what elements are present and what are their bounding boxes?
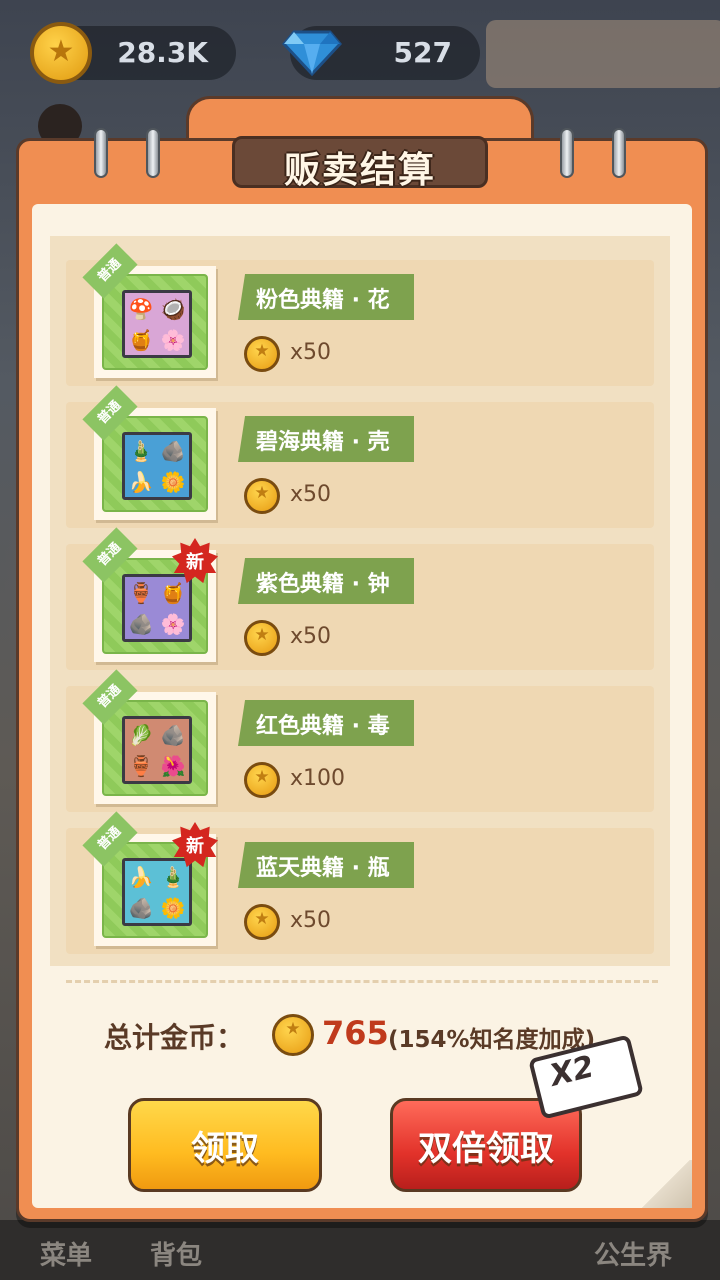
- item-icon: 🥬 🪨 🏺 🌺: [122, 716, 192, 784]
- item-icon: 🏺 🍯 🪨 🌸: [122, 574, 192, 642]
- ingredient-icon: 🌸: [160, 327, 186, 352]
- item-tile: 🥬 🪨 🏺 🌺: [102, 700, 208, 796]
- page-fold: [640, 1160, 692, 1208]
- ingredient-icon: 🪨: [128, 895, 154, 920]
- divider: [66, 980, 658, 983]
- ingredient-icon: 🍌: [128, 864, 154, 889]
- new-badge-label: 新: [186, 552, 204, 573]
- double-claim-label: 双倍领取: [418, 1128, 554, 1169]
- coin-icon: [244, 336, 280, 372]
- ingredient-icon: 🥬: [128, 722, 154, 747]
- ingredient-icon: 🍯: [160, 580, 186, 605]
- item-amount: x50: [290, 624, 332, 649]
- item-icon: 🎍 🪨 🍌 🌼: [122, 432, 192, 500]
- total-value: 765: [322, 1014, 389, 1052]
- ingredient-icon: 🪨: [128, 611, 154, 636]
- new-badge-label: 新: [186, 836, 204, 857]
- ingredient-icon: 🥥: [160, 296, 186, 321]
- binder-ring-icon: [560, 128, 574, 178]
- item-amount: x50: [290, 340, 332, 365]
- title-plate: 贩卖结算: [232, 136, 488, 191]
- top-right-board: [486, 20, 720, 88]
- item-name: 碧海典籍 · 壳: [256, 430, 390, 455]
- gem-counter[interactable]: 527: [282, 26, 480, 80]
- item-amount: x50: [290, 482, 332, 507]
- coin-icon: [244, 904, 280, 940]
- new-badge: 新: [172, 538, 218, 584]
- ingredient-icon: 🪨: [160, 722, 186, 747]
- ingredient-icon: 🌼: [160, 895, 186, 920]
- ingredient-icon: 🎍: [160, 864, 186, 889]
- item-card: 🍄 🥥 🍯 🌸 普通 粉色典籍 · 花 x50: [66, 243, 654, 386]
- ingredient-icon: 🪨: [160, 438, 186, 463]
- nav-item-world[interactable]: 公生界: [594, 1235, 672, 1272]
- item-amount: x50: [290, 908, 332, 933]
- nav-item-menu[interactable]: 菜单: [40, 1235, 92, 1272]
- bottom-nav: 菜单 背包 公生界: [0, 1220, 720, 1280]
- coin-icon: [244, 478, 280, 514]
- item-card: 🎍 🪨 🍌 🌼 普通 碧海典籍 · 壳 x50: [66, 385, 654, 528]
- item-card: 🏺 🍯 🪨 🌸 普通 新 紫色典籍 · 钟 x50: [66, 527, 654, 670]
- new-badge: 新: [172, 822, 218, 868]
- item-tile: 🎍 🪨 🍌 🌼: [102, 416, 208, 512]
- ingredient-icon: 🌼: [160, 469, 186, 494]
- claim-button[interactable]: 领取: [128, 1098, 322, 1192]
- binder-ring-icon: [612, 128, 626, 178]
- item-name-tag: 红色典籍 · 毒: [238, 700, 414, 746]
- ingredient-icon: 🏺: [128, 580, 154, 605]
- gem-count: 527: [393, 36, 452, 69]
- x2-tag: X2: [528, 1034, 644, 1120]
- total-label: 总计金币：: [104, 1021, 245, 1054]
- coin-count: 28.3K: [117, 36, 208, 69]
- item-name: 蓝天典籍 · 瓶: [256, 856, 390, 881]
- item-icon: 🍌 🎍 🪨 🌼: [122, 858, 192, 926]
- claim-label: 领取: [191, 1128, 259, 1169]
- coin-icon: [244, 620, 280, 656]
- item-icon: 🍄 🥥 🍯 🌸: [122, 290, 192, 358]
- item-name: 红色典籍 · 毒: [256, 714, 390, 739]
- item-name: 粉色典籍 · 花: [256, 288, 390, 313]
- item-name-tag: 碧海典籍 · 壳: [238, 416, 414, 462]
- coin-counter[interactable]: 28.3K: [30, 22, 236, 84]
- ingredient-icon: 🌺: [160, 753, 186, 778]
- ingredient-icon: 🍄: [128, 296, 154, 321]
- ingredient-icon: 🍌: [128, 469, 154, 494]
- dialog-title: 贩卖结算: [283, 150, 436, 191]
- item-name-tag: 紫色典籍 · 钟: [238, 558, 414, 604]
- ingredient-icon: 🍯: [128, 327, 154, 352]
- item-name-tag: 蓝天典籍 · 瓶: [238, 842, 414, 888]
- ingredient-icon: 🎍: [128, 438, 154, 463]
- item-card: 🍌 🎍 🪨 🌼 普通 新 蓝天典籍 · 瓶 x50: [66, 811, 654, 954]
- coin-icon: [30, 22, 92, 84]
- binder-ring-icon: [146, 128, 160, 178]
- item-name: 紫色典籍 · 钟: [256, 572, 390, 597]
- binder-ring-icon: [94, 128, 108, 178]
- ingredient-icon: 🌸: [160, 611, 186, 636]
- item-name-tag: 粉色典籍 · 花: [238, 274, 414, 320]
- ingredient-icon: 🏺: [128, 753, 154, 778]
- coin-icon: [244, 762, 280, 798]
- nav-item-bag[interactable]: 背包: [150, 1235, 202, 1272]
- diamond-icon: [282, 30, 342, 76]
- item-tile: 🍄 🥥 🍯 🌸: [102, 274, 208, 370]
- item-card: 🥬 🪨 🏺 🌺 普通 红色典籍 · 毒 x100: [66, 669, 654, 812]
- item-amount: x100: [290, 766, 346, 791]
- coin-icon: [272, 1014, 314, 1056]
